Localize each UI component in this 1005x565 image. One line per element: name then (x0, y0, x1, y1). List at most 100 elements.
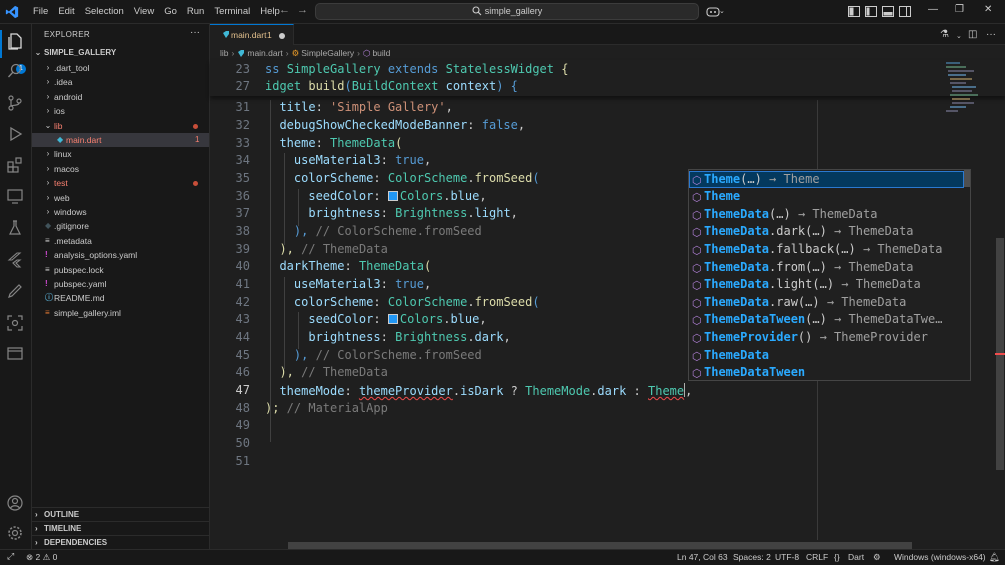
suggestion-item[interactable]: ⬡ ThemeData.light(…) → ThemeData (689, 276, 964, 294)
horizontal-scrollbar[interactable] (288, 542, 912, 549)
search-view-icon[interactable] (6, 62, 26, 82)
suggestion-item[interactable]: ⬡ ThemeData.raw(…) → ThemeData (689, 294, 964, 312)
breadcrumb-lib[interactable]: lib (220, 48, 229, 58)
color-swatch-icon[interactable] (387, 314, 398, 324)
suggestion-item[interactable]: ⬡ ThemeData.fallback(…) → ThemeData (689, 241, 964, 259)
run-code-icon[interactable]: ⚗ (940, 29, 949, 40)
more-actions-icon[interactable]: ··· (986, 29, 996, 40)
menu-file[interactable]: File (28, 0, 53, 24)
end-of-line[interactable]: CRLF (806, 552, 828, 562)
unsaved-dot-icon[interactable] (279, 33, 285, 39)
more-actions-icon[interactable]: ··· (190, 27, 200, 38)
flutter-device-icon[interactable]: ⚙ (873, 552, 881, 563)
customize-layout-icon[interactable] (848, 6, 860, 17)
chevron-down-icon[interactable]: ⌄ (956, 32, 962, 40)
tree-item-test[interactable]: › test (32, 176, 209, 190)
suggestion-item[interactable]: ⬡ ThemeData(…) → ThemeData (689, 206, 964, 224)
menu-view[interactable]: View (129, 0, 159, 24)
split-editor-icon[interactable]: ◫ (968, 29, 977, 40)
dependencies-section[interactable]: › DEPENDENCIES (32, 535, 209, 549)
command-center-search[interactable]: simple_gallery (315, 3, 699, 20)
line-number: 50 (235, 436, 250, 450)
color-swatch-icon[interactable] (387, 191, 398, 201)
suggestion-item[interactable]: ⬡ ThemeProvider() → ThemeProvider (689, 329, 964, 347)
toggle-panel-icon[interactable] (882, 6, 894, 17)
notifications-bell-icon[interactable]: 🔔︎ (989, 552, 1000, 563)
tree-item-dart-tool[interactable]: › .dart_tool (32, 61, 209, 75)
cursor-position[interactable]: Ln 47, Col 63 (677, 552, 728, 562)
language-mode[interactable]: Dart (848, 552, 864, 562)
tree-item-readme-md[interactable]: ⓘ README.md (32, 291, 209, 305)
explorer-icon[interactable] (6, 32, 26, 52)
tree-item-macos[interactable]: › macos (32, 162, 209, 176)
forward-arrow-icon[interactable]: → (297, 4, 308, 16)
tree-item-lib[interactable]: ⌄ lib (32, 119, 209, 133)
pen-tool-icon[interactable] (6, 282, 26, 302)
tree-item-web[interactable]: › web (32, 191, 209, 205)
tree-item-analysis-options-yaml[interactable]: ! analysis_options.yaml (32, 248, 209, 262)
tree-item-idea[interactable]: › .idea (32, 75, 209, 89)
sticky-scroll-header[interactable]: 23 ss SimpleGallery extends StatelessWid… (210, 60, 1005, 96)
suggestion-item[interactable]: ⬡ Theme(…) → Theme (689, 170, 964, 189)
copilot-icon[interactable] (706, 6, 720, 17)
tree-item-pubspec-lock[interactable]: ≡ pubspec.lock (32, 263, 209, 277)
extensions-icon[interactable] (6, 156, 26, 176)
tree-item-pubspec-yaml[interactable]: ! pubspec.yaml (32, 277, 209, 291)
suggestion-return-type: → ThemeData (855, 241, 943, 256)
chevron-down-icon[interactable]: ⌄ (719, 7, 725, 15)
tree-item-metadata[interactable]: ≡ .metadata (32, 234, 209, 248)
root-folder-label: SIMPLE_GALLERY (44, 48, 117, 57)
account-icon[interactable] (6, 494, 26, 514)
suggestion-item[interactable]: ⬡ ThemeData.from(…) → ThemeData (689, 259, 964, 277)
menu-selection[interactable]: Selection (80, 0, 129, 24)
tree-item-windows[interactable]: › windows (32, 205, 209, 219)
minimap[interactable] (940, 60, 995, 120)
suggestion-item[interactable]: ⬡ ThemeData (689, 347, 964, 365)
tree-item-simple-gallery-iml[interactable]: ≡ simple_gallery.iml (32, 306, 209, 320)
scan-icon[interactable] (6, 314, 26, 334)
device-selector[interactable]: Windows (windows-x64) (894, 552, 986, 562)
close-icon[interactable]: ✕ (984, 4, 992, 15)
vertical-scrollbar[interactable] (995, 60, 1005, 540)
breadcrumb-method[interactable]: build (372, 48, 390, 58)
symbol-method-icon: ⬡ (692, 367, 702, 381)
timeline-section[interactable]: › TIMELINE (32, 521, 209, 535)
suggestion-scrollbar[interactable] (964, 170, 970, 187)
suggestion-item[interactable]: ⬡ ThemeData.dark(…) → ThemeData (689, 223, 964, 241)
breadcrumb-class[interactable]: SimpleGallery (301, 48, 354, 58)
suggestion-item[interactable]: ⬡ Theme (689, 188, 964, 206)
menu-terminal[interactable]: Terminal (209, 0, 255, 24)
tree-item-ios[interactable]: › ios (32, 104, 209, 118)
tab-main-dart[interactable]: main.dart 1 (210, 24, 294, 45)
toggle-secondary-sidebar-icon[interactable] (899, 6, 911, 17)
problems-indicator[interactable]: ⊗ 2 ⚠ 0 (26, 552, 57, 563)
indentation[interactable]: Spaces: 2 (733, 552, 771, 562)
run-debug-icon[interactable] (6, 125, 26, 145)
vscode-logo-icon (5, 5, 19, 19)
outline-section[interactable]: › OUTLINE (32, 507, 209, 521)
remote-icon[interactable]: ⤢ (7, 551, 14, 562)
source-control-icon[interactable] (6, 94, 26, 114)
settings-gear-icon[interactable] (6, 524, 26, 544)
back-arrow-icon[interactable]: ← (279, 4, 290, 16)
flutter-icon[interactable] (6, 251, 26, 271)
tree-item-main-dart[interactable]: ◆ main.dart 1 (32, 133, 209, 148)
devtools-icon[interactable] (6, 345, 26, 365)
menu-run[interactable]: Run (182, 0, 209, 24)
tree-item-linux[interactable]: › linux (32, 147, 209, 161)
tree-item-android[interactable]: › android (32, 90, 209, 104)
encoding[interactable]: UTF-8 (775, 552, 799, 562)
restore-icon[interactable]: ❐ (955, 4, 964, 15)
tree-item-gitignore[interactable]: ◆ .gitignore (32, 219, 209, 233)
suggestion-item[interactable]: ⬡ ThemeDataTween (689, 364, 964, 382)
explorer-root-folder[interactable]: ⌄ SIMPLE_GALLERY (32, 46, 209, 60)
remote-explorer-icon[interactable] (6, 187, 26, 207)
testing-icon[interactable] (6, 219, 26, 239)
menu-edit[interactable]: Edit (53, 0, 79, 24)
minimize-icon[interactable]: — (928, 4, 938, 15)
menu-go[interactable]: Go (159, 0, 182, 24)
suggestion-item[interactable]: ⬡ ThemeDataTween(…) → ThemeDataTwe… (689, 311, 964, 329)
toggle-primary-sidebar-icon[interactable] (865, 6, 877, 17)
language-braces-icon[interactable]: {} (834, 552, 840, 562)
breadcrumb-main-dart[interactable]: main.dart (247, 48, 282, 58)
